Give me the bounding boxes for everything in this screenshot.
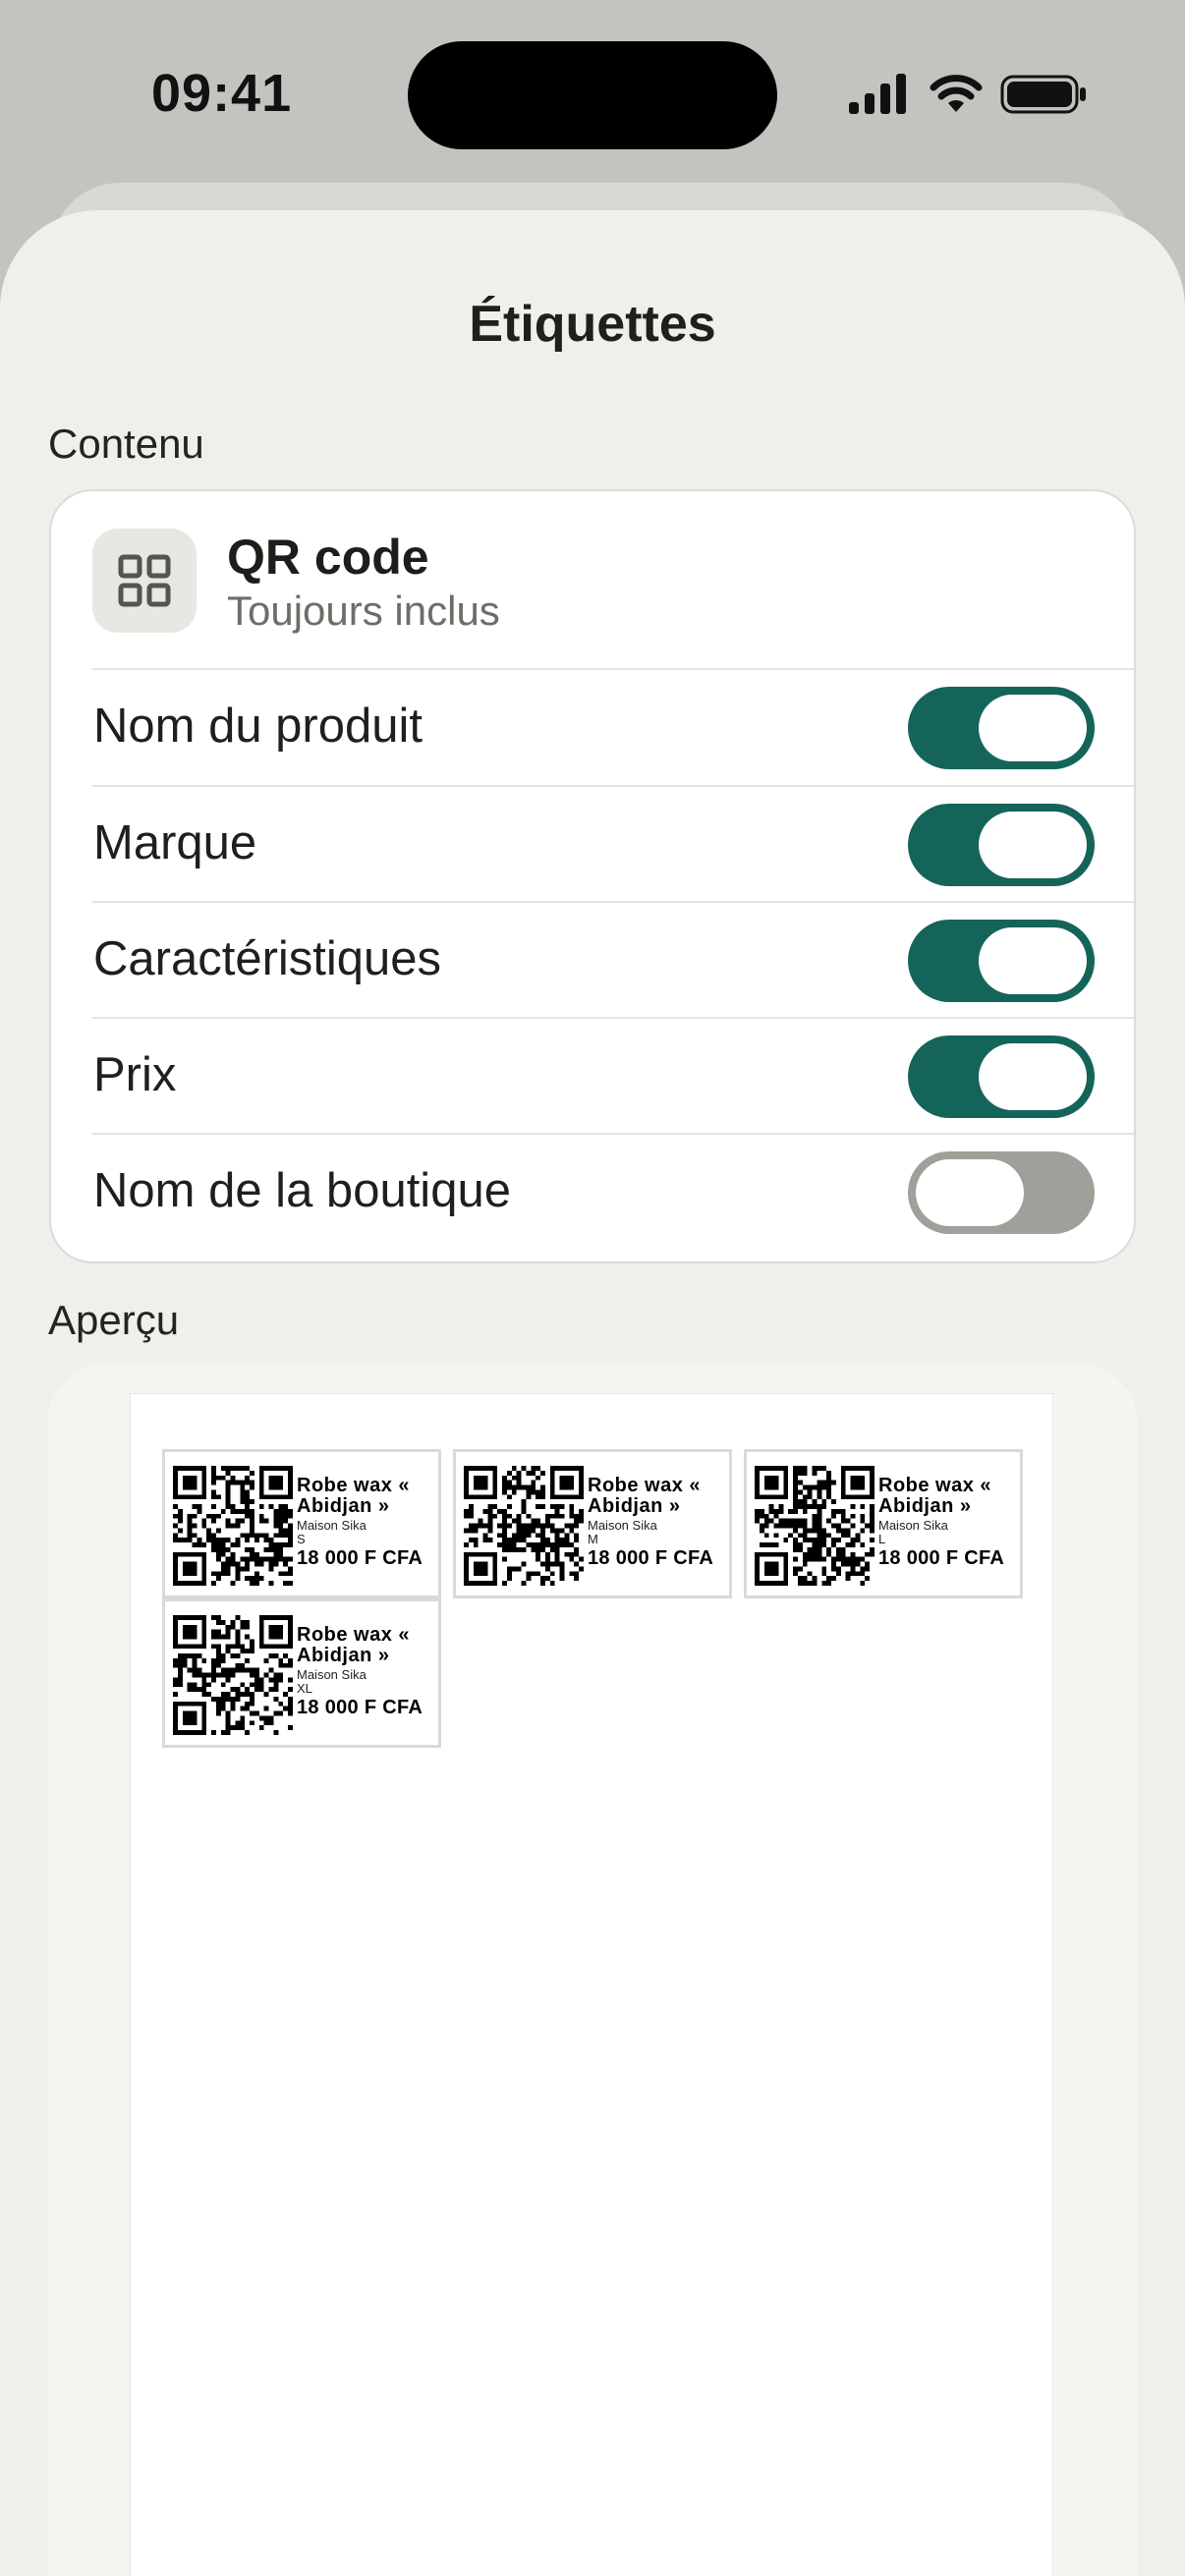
label-brand: Maison Sika [297,1667,367,1682]
option-label: Caractéristiques [93,932,442,985]
label-variant: S [297,1532,306,1546]
option-row-product-name: Nom du produit [51,669,1134,785]
option-row-characteristics: Caractéristiques [51,902,1134,1018]
label-product-name: Robe wax « Abidjan » [297,1624,411,1666]
preview-label: Robe wax « Abidjan » Maison Sika L 18 00… [744,1449,1023,1598]
label-price: 18 000 F CFA [297,1697,423,1718]
product-name-toggle[interactable] [908,687,1095,769]
label-variant: M [588,1532,598,1546]
toggle-knob [979,927,1087,994]
characteristics-toggle[interactable] [908,920,1095,1002]
content-section-label: Contenu [48,420,204,467]
labels-sheet: Étiquettes Contenu QR code Toujours incl… [0,210,1185,2576]
option-row-shop-name: Nom de la boutique [51,1134,1134,1250]
dynamic-island [408,41,777,149]
option-label: Prix [93,1048,177,1101]
status-time: 09:41 [151,64,293,123]
shop-name-toggle[interactable] [908,1151,1095,1234]
qr-icon-tile [92,529,197,633]
label-variant: L [878,1532,886,1546]
option-row-price: Prix [51,1018,1134,1134]
label-brand: Maison Sika [878,1518,948,1533]
status-bar: 09:41 [0,0,1185,187]
toggle-knob [979,1043,1087,1110]
brand-toggle[interactable] [908,804,1095,886]
label-product-name: Robe wax « Abidjan » [588,1475,702,1517]
battery-icon [1000,75,1086,114]
grid-icon [118,554,171,607]
content-options-card: QR code Toujours inclus Nom du produit M… [49,489,1136,1263]
label-brand: Maison Sika [588,1518,657,1533]
preview-section-label: Aperçu [48,1297,180,1343]
toggle-knob [916,1159,1024,1226]
preview-panel: Robe wax « Abidjan » Maison Sika S 18 00… [47,1364,1138,2576]
preview-label: Robe wax « Abidjan » Maison Sika XL 18 0… [162,1598,441,1748]
label-price: 18 000 F CFA [297,1547,423,1569]
wifi-icon [930,75,983,112]
preview-label: Robe wax « Abidjan » Maison Sika M 18 00… [453,1449,732,1598]
option-label: Nom du produit [93,700,423,753]
option-row-brand: Marque [51,786,1134,902]
qr-code-subtitle: Toujours inclus [227,588,500,634]
qr-code-title: QR code [227,530,429,585]
preview-sheet: Robe wax « Abidjan » Maison Sika S 18 00… [130,1393,1053,2576]
qr-code-row: QR code Toujours inclus [51,491,1134,668]
cellular-signal-icon [849,74,906,114]
label-variant: XL [297,1681,312,1696]
label-product-name: Robe wax « Abidjan » [878,1475,992,1517]
price-toggle[interactable] [908,1036,1095,1118]
qr-code-icon [173,1466,293,1586]
sheet-title: Étiquettes [469,296,716,353]
qr-code-icon [464,1466,584,1586]
preview-label: Robe wax « Abidjan » Maison Sika S 18 00… [162,1449,441,1598]
label-price: 18 000 F CFA [878,1547,1005,1569]
option-label: Marque [93,816,257,869]
toggle-knob [979,812,1087,878]
qr-code-icon [755,1466,875,1586]
toggle-knob [979,695,1087,761]
qr-code-icon [173,1615,293,1735]
label-brand: Maison Sika [297,1518,367,1533]
label-product-name: Robe wax « Abidjan » [297,1475,411,1517]
option-label: Nom de la boutique [93,1164,511,1217]
label-price: 18 000 F CFA [588,1547,714,1569]
